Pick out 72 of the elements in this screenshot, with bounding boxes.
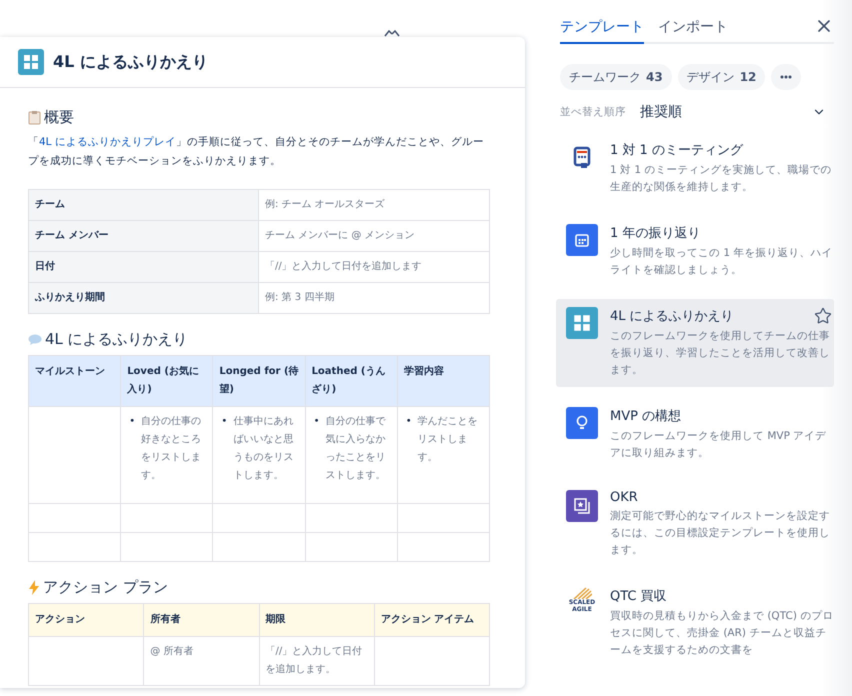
template-title: OKR bbox=[610, 490, 638, 505]
lightbulb-icon bbox=[566, 407, 598, 439]
template-title: 4L によるふりかえり bbox=[610, 308, 734, 325]
table-placeholder-cell[interactable]: @ 所有者 bbox=[144, 636, 259, 686]
intro-paragraph: 「4L によるふりかえりプレイ」の手順に従って、自分とそのチームが学んだことや、グループを成功に導くモチベーションをふりかえります。 bbox=[28, 135, 485, 169]
template-title: 1 年の振り返り bbox=[610, 225, 700, 242]
category-chip[interactable]: チームワーク 43 bbox=[560, 64, 672, 90]
sort-label: 並べ替え順序 bbox=[560, 105, 626, 119]
template-description: 測定可能で野心的なマイルストーンを設定するには、この目標設定テンプレートを使用します。 bbox=[610, 509, 831, 558]
template-item[interactable]: OKR 測定可能で野心的なマイルストーンを設定するには、この目標設定テンプレートを使用します。 bbox=[556, 482, 834, 567]
table-placeholder-cell[interactable]: 例: チーム オールスターズ bbox=[258, 190, 490, 220]
bullet-marker: • bbox=[314, 415, 320, 429]
tab[interactable]: インポート bbox=[658, 18, 728, 44]
table-row-label: ふりかえり期間 bbox=[28, 282, 258, 314]
clipboard-icon bbox=[28, 110, 41, 125]
section-heading: 4L によるふりかえり bbox=[45, 330, 188, 349]
column-header: Longed for (待望) bbox=[212, 356, 306, 406]
column-header: Loved (お気に入り) bbox=[120, 356, 213, 406]
table-row-label: 日付 bbox=[28, 252, 258, 282]
stripes-logo-icon bbox=[572, 587, 592, 599]
template-title: QTC 買収 bbox=[610, 588, 667, 605]
column-header: マイルストーン bbox=[28, 356, 121, 406]
template-description: このフレームワークを使用してチームの仕事を振り返り、学習したことを活用して改善します。 bbox=[610, 329, 831, 378]
table-cell[interactable]: • 仕事中にあればいいなと思うものをリストします。 bbox=[212, 406, 306, 504]
column-header: アクション bbox=[28, 604, 144, 636]
calendar-icon bbox=[566, 224, 598, 256]
table-placeholder-cell[interactable]: 「//」と入力して日付を追加します bbox=[258, 252, 490, 282]
play-link[interactable]: 4L によるふりかえりプレイ bbox=[39, 136, 176, 148]
document-title: 4L によるふりかえり bbox=[53, 52, 208, 72]
template-title: MVP の構想 bbox=[610, 408, 682, 425]
bullet-marker: • bbox=[406, 415, 412, 429]
bullet-text: 自分の仕事で気に入らなかったことをリストします。 bbox=[325, 414, 386, 483]
template-description: 1 対 1 のミーティングを実施して、職場での生産的な関係を維持します。 bbox=[610, 163, 832, 195]
column-header: 学習内容 bbox=[397, 356, 490, 406]
table-cell[interactable]: • 自分の仕事の好きなところをリストします。 bbox=[120, 406, 213, 504]
bullet-text: 仕事中にあればいいなと思うものをリストします。 bbox=[233, 414, 294, 483]
more-icon bbox=[780, 75, 792, 79]
template-item[interactable]: 4L によるふりかえり このフレームワークを使用してチームの仕事を振り返り、学習したことを活用して改善します。 bbox=[556, 299, 834, 387]
column-header: Loathed (うんざり) bbox=[305, 356, 398, 406]
star-icon[interactable] bbox=[814, 307, 832, 325]
table-placeholder-cell[interactable]: チーム メンバーに @ メンション bbox=[258, 220, 490, 252]
sort-select[interactable]: 推奨順 bbox=[640, 103, 834, 121]
bullet-marker: • bbox=[129, 415, 136, 429]
column-header: アクション アイテム bbox=[374, 604, 490, 636]
table-row-label: チーム メンバー bbox=[28, 220, 258, 252]
grid-tile-icon bbox=[566, 307, 598, 339]
tab[interactable]: テンプレート bbox=[560, 18, 644, 44]
table-placeholder-cell[interactable]: 「//」と入力して日付を追加します。 bbox=[259, 636, 374, 686]
table-placeholder-cell[interactable]: 例: 第 3 四半期 bbox=[258, 282, 490, 314]
bullet-marker: • bbox=[221, 415, 228, 429]
template-item[interactable]: 1 対 1 のミーティング 1 対 1 のミーティングを実施して、職場での生産的な関係を維持します。 bbox=[556, 133, 834, 204]
table-row-label: チーム bbox=[28, 190, 258, 220]
table-cell[interactable]: • 学んだことをリストします。 bbox=[397, 406, 490, 504]
category-chip[interactable]: デザイン 12 bbox=[678, 64, 766, 90]
template-item[interactable]: 1 年の振り返り 少し時間を取ってこの 1 年を振り返り、ハイライトを確認しましょう。 bbox=[556, 216, 834, 287]
template-title: 1 対 1 のミーティング bbox=[610, 142, 743, 159]
column-header: 期限 bbox=[259, 604, 374, 636]
table-cell[interactable]: • 自分の仕事で気に入らなかったことをリストします。 bbox=[305, 406, 398, 504]
template-description: このフレームワークを使用して MVP アイデアに取り組みます。 bbox=[610, 429, 828, 461]
template-description: 買収時の見積もりから入金まで (QTC) のプロセスに関して、売掛金 (AR) チームと収益チームを支援するための文書を bbox=[610, 609, 834, 658]
bullet-text: 自分の仕事の好きなところをリストします。 bbox=[141, 414, 202, 483]
template-item[interactable]: MVP の構想 このフレームワークを使用して MVP アイデアに取り組みます。 bbox=[556, 399, 834, 470]
more-button[interactable] bbox=[771, 64, 802, 90]
speech-bubble-icon bbox=[28, 334, 42, 346]
template-description: 少し時間を取ってこの 1 年を振り返り、ハイライトを確認しましょう。 bbox=[610, 246, 834, 278]
section-heading: アクション プラン bbox=[43, 578, 168, 597]
section-heading: 概要 bbox=[44, 108, 74, 127]
column-header: 所有者 bbox=[144, 604, 259, 636]
star-frame-icon bbox=[566, 490, 598, 522]
bullet-text: 学んだことをリストします。 bbox=[418, 415, 479, 465]
lightning-icon bbox=[28, 580, 40, 595]
grid-tile-icon bbox=[18, 49, 44, 75]
